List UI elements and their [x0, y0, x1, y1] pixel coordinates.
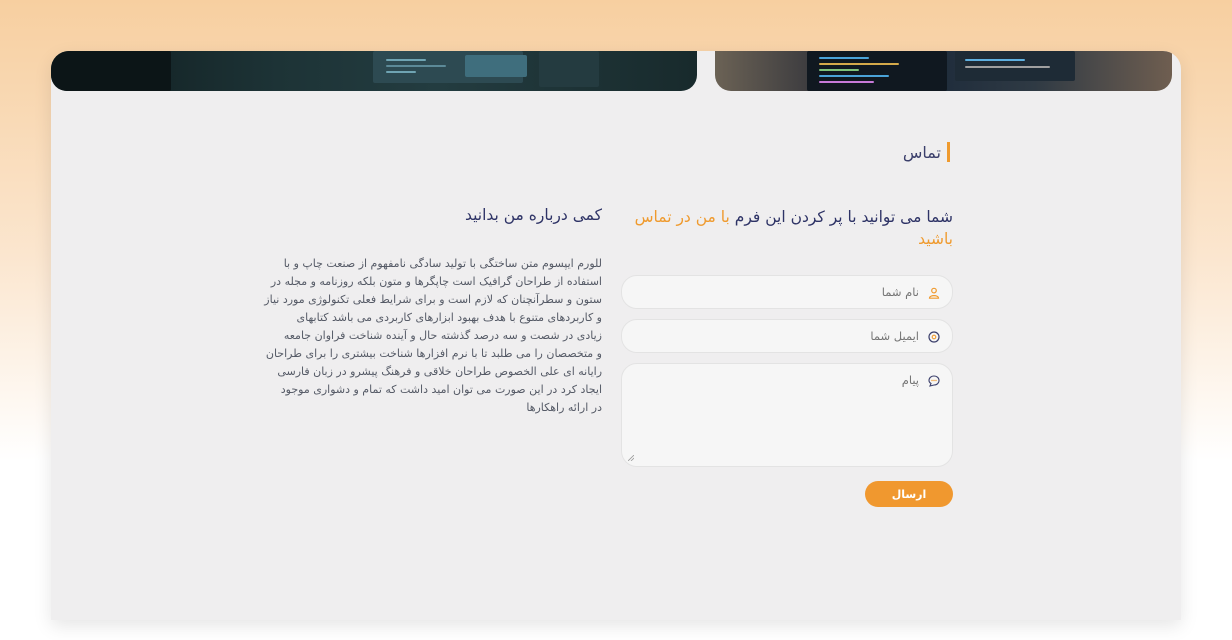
about-paragraph: للورم ایپسوم متن ساختگی با تولید سادگی ن… [262, 255, 602, 417]
email-field[interactable] [621, 319, 953, 353]
about-line: رایانه ای علی الخصوص طراحان خلاقی و فرهن… [277, 365, 602, 378]
contact-page-window: تماس شما می توانید با پر کردن این فرم با… [51, 51, 1181, 620]
banner-image-right [715, 51, 1172, 91]
resize-grip-icon[interactable] [628, 455, 634, 461]
title-accent-bar [947, 142, 950, 162]
name-field[interactable] [621, 275, 953, 309]
user-icon [927, 286, 941, 300]
about-line: استفاده از طراحان گرافیک است چاپگرها و م… [270, 275, 602, 288]
message-field[interactable] [621, 363, 953, 467]
at-sign-icon [927, 330, 941, 344]
send-button[interactable]: ارسال [865, 481, 953, 507]
about-line: و کاربردهای متنوع با هدف بهبود ابزارهای … [296, 311, 603, 324]
about-line: ستون و سطرآنچنان که لازم است و برای شرای… [264, 293, 602, 306]
name-input[interactable] [639, 285, 919, 299]
contact-section-title: تماس [903, 142, 950, 162]
chat-bubble-icon [927, 374, 941, 388]
about-line: زیادی در شصت و سه درصد گذشته حال و آینده… [283, 329, 602, 342]
contact-title-text: تماس [902, 142, 941, 162]
message-input[interactable] [639, 373, 919, 457]
about-line: ایجاد کرد در این صورت می توان امید داشت … [280, 383, 602, 396]
form-heading-main: شما می توانید با پر کردن این فرم [729, 208, 953, 226]
about-line: در ارائه راهکارها [526, 401, 602, 414]
banner-image-left [51, 51, 697, 91]
about-line: للورم ایپسوم متن ساختگی با تولید سادگی ن… [283, 257, 602, 270]
about-line: و متخصصان را می طلبد تا با نرم افزارها ش… [265, 347, 602, 360]
email-input[interactable] [639, 329, 919, 343]
about-heading: کمی درباره من بدانید [464, 206, 602, 224]
form-heading: شما می توانید با پر کردن این فرم با من د… [623, 206, 953, 250]
